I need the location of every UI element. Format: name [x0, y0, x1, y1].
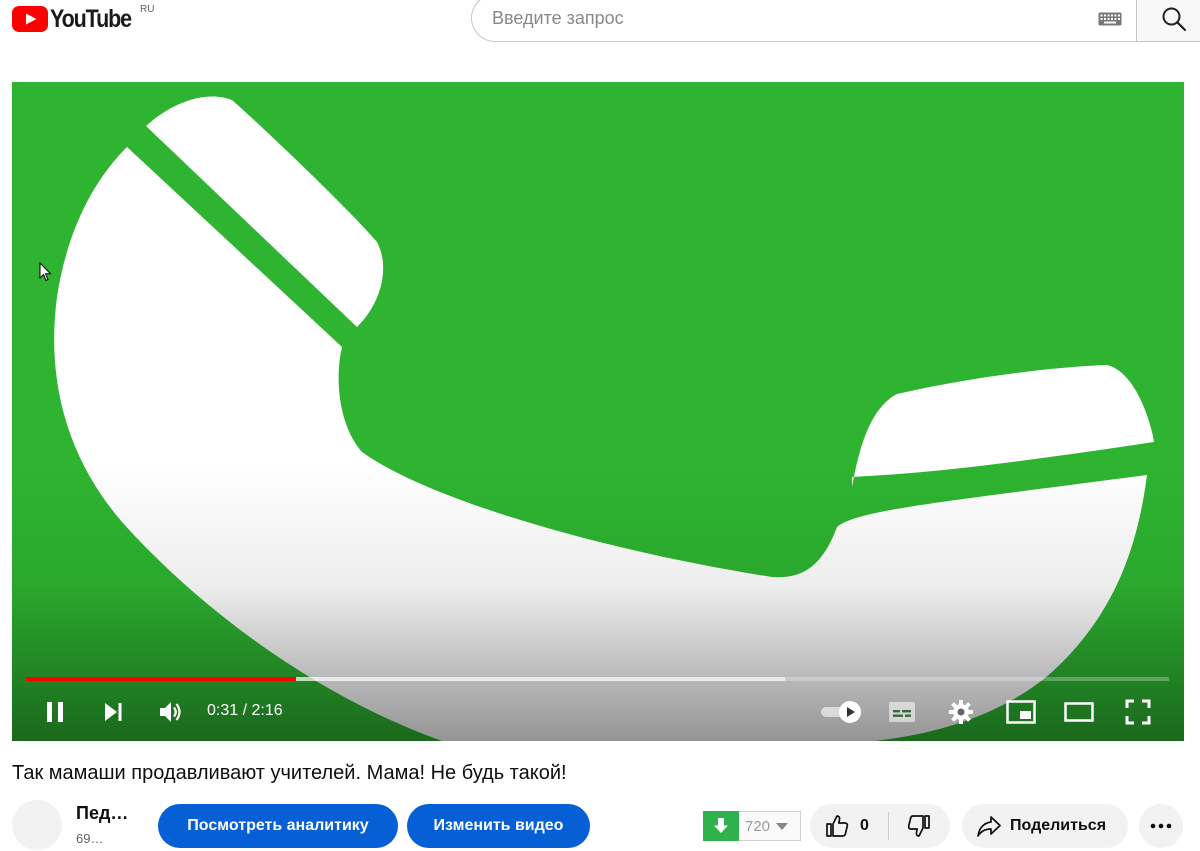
subscriber-count: 69… [76, 831, 104, 846]
like-dislike-group: 0 [810, 804, 950, 848]
like-button[interactable]: 0 [810, 804, 888, 848]
more-actions-button[interactable] [1139, 804, 1183, 848]
time-display: 0:31 / 2:16 [207, 702, 283, 719]
share-label: Поделиться [1010, 817, 1107, 834]
youtube-play-icon [12, 6, 48, 32]
quality-value: 720 [745, 817, 771, 835]
like-count: 0 [860, 817, 869, 834]
share-button[interactable]: Поделиться [962, 804, 1128, 848]
progress-bar[interactable] [26, 677, 1169, 681]
skip-next-icon [105, 703, 122, 721]
gear-icon [949, 700, 973, 724]
autoplay-toggle-icon [821, 701, 861, 723]
next-button[interactable] [95, 694, 131, 730]
edit-video-button[interactable]: Изменить видео [407, 804, 590, 848]
download-widget[interactable]: 720 [703, 811, 801, 841]
subtitles-button[interactable] [884, 694, 920, 730]
search-button[interactable] [1136, 0, 1200, 42]
youtube-logo[interactable]: YouTube RU [12, 4, 154, 33]
video-player[interactable]: 0:31 / 2:16 [12, 82, 1184, 741]
theater-mode-button[interactable] [1061, 694, 1097, 730]
volume-icon [160, 702, 181, 722]
thumbs-up-icon [826, 815, 849, 837]
more-horizontal-icon [1150, 823, 1172, 829]
thumbs-down-icon [907, 815, 930, 837]
dislike-button[interactable] [889, 804, 949, 848]
keyboard-icon[interactable] [1098, 12, 1122, 26]
search-input[interactable]: Введите запрос [471, 0, 1136, 42]
search-icon [1162, 7, 1187, 32]
avatar[interactable] [12, 800, 62, 850]
mouse-cursor-icon [39, 262, 52, 282]
autoplay-toggle[interactable] [818, 694, 864, 730]
share-icon [977, 816, 1001, 837]
miniplayer-button[interactable] [1003, 694, 1039, 730]
search-placeholder: Введите запрос [492, 8, 624, 28]
masthead: YouTube RU Введите запрос [0, 0, 1200, 50]
pause-icon [47, 702, 63, 722]
fullscreen-button[interactable] [1120, 694, 1156, 730]
region-code: RU [140, 4, 155, 15]
miniplayer-icon [1006, 700, 1036, 724]
download-button[interactable] [703, 811, 739, 841]
download-arrow-icon [714, 818, 728, 833]
channel-name[interactable]: Пед… [76, 803, 128, 824]
theater-mode-icon [1064, 702, 1094, 722]
quality-select[interactable]: 720 [739, 811, 801, 841]
pause-button[interactable] [37, 694, 73, 730]
volume-button[interactable] [152, 694, 188, 730]
view-analytics-button[interactable]: Посмотреть аналитику [158, 804, 398, 848]
subtitles-icon [889, 702, 915, 722]
fullscreen-icon [1125, 699, 1151, 725]
settings-button[interactable] [943, 694, 979, 730]
progress-played [26, 677, 296, 681]
logo-wordmark: YouTube [50, 4, 132, 33]
chevron-down-icon [776, 822, 789, 830]
video-title: Так мамаши продавливают учителей. Мама! … [12, 762, 567, 784]
